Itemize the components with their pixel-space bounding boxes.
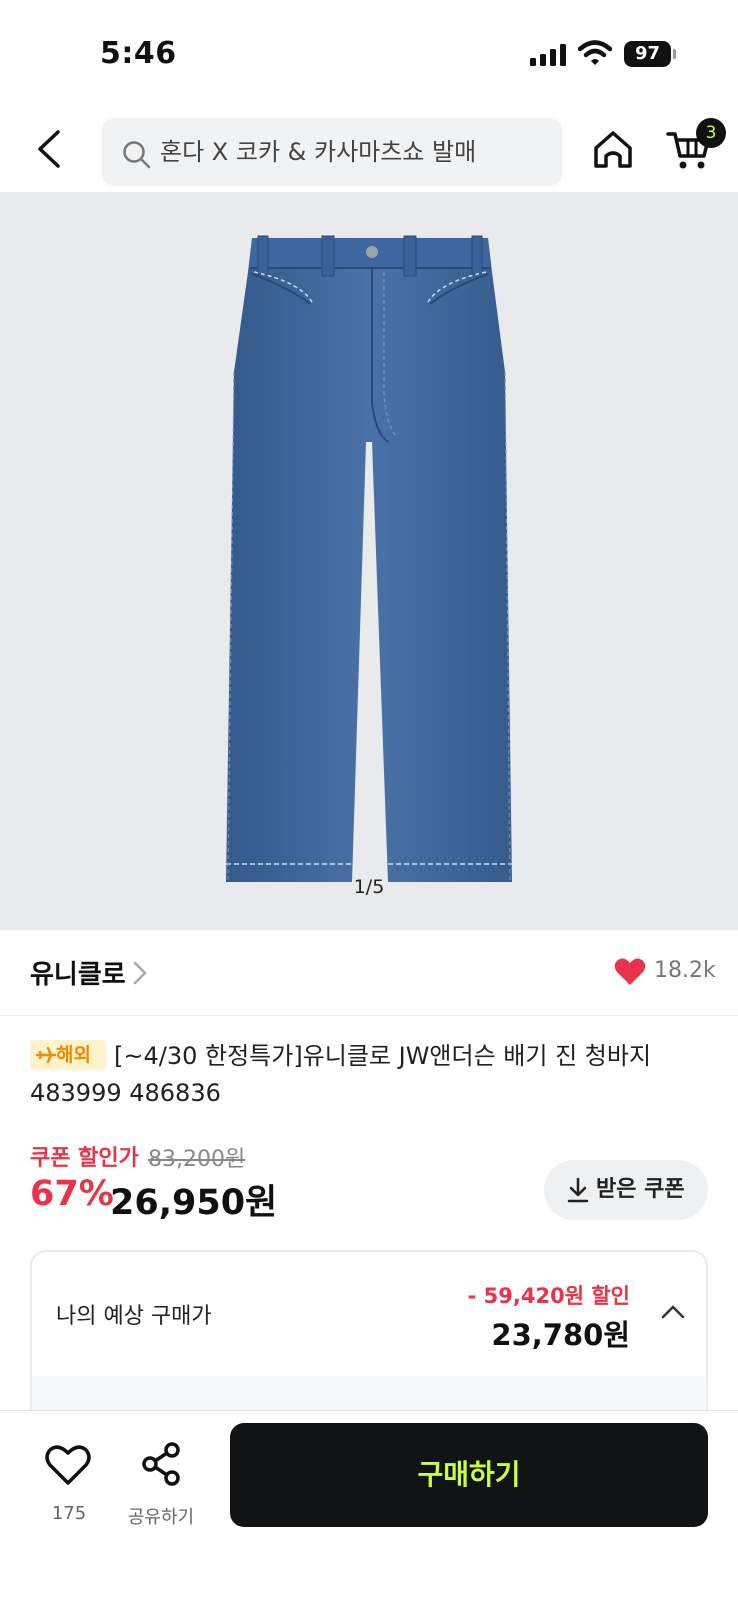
- wifi-icon: [578, 40, 612, 65]
- original-price: 83,200원: [148, 1147, 246, 1172]
- product-image-gallery[interactable]: [0, 192, 738, 930]
- battery-icon: 97: [624, 41, 676, 67]
- estimated-discount: - 59,420원 할인: [467, 1284, 630, 1308]
- back-arrow-icon[interactable]: [28, 126, 72, 172]
- cart-count-badge: 3: [696, 118, 726, 148]
- chevron-up-icon[interactable]: [660, 1304, 686, 1320]
- share-label: 공유하기: [127, 1507, 195, 1528]
- brand-name-link[interactable]: 유니클로: [30, 954, 126, 991]
- top-nav: 혼다 X 코카 & 카사마츠쇼 발매 3: [0, 112, 738, 192]
- estimated-price: 23,780원: [491, 1318, 630, 1352]
- sale-price: 26,950원: [110, 1183, 278, 1223]
- brand-row: 유니클로 18.2k: [0, 930, 738, 1016]
- status-bar: 5:46 97: [0, 0, 738, 100]
- image-page-indicator: 1/5: [353, 876, 385, 898]
- signal-icon: [530, 44, 566, 66]
- search-text: 혼다 X 코카 & 카사마츠쇼 발매: [160, 138, 477, 166]
- search-input[interactable]: 혼다 X 코카 & 카사마츠쇼 발매: [102, 118, 562, 186]
- battery-level: 97: [624, 41, 671, 67]
- bottom-action-bar: 175 공유하기 구매하기: [0, 1410, 738, 1600]
- heart-filled-icon[interactable]: [614, 957, 646, 987]
- coupon-price-label: 쿠폰 할인가: [30, 1146, 139, 1171]
- received-coupon-button[interactable]: 받은 쿠폰: [544, 1160, 708, 1220]
- home-icon[interactable]: [592, 128, 634, 170]
- received-coupon-label: 받은 쿠폰: [596, 1177, 685, 1202]
- heart-outline-icon: [45, 1445, 91, 1485]
- discount-rate: 67%: [30, 1174, 114, 1214]
- brand-like-count: 18.2k: [654, 958, 716, 983]
- search-icon: [123, 141, 151, 169]
- estimated-price-label: 나의 예상 구매가: [56, 1304, 212, 1329]
- buy-button[interactable]: 구매하기: [230, 1423, 708, 1527]
- download-icon: [567, 1177, 589, 1203]
- wishlist-count: 175: [51, 1503, 87, 1524]
- share-icon: [142, 1442, 180, 1486]
- product-title: [~4/30 한정특가]유니클로 JW앤더슨 배기 진 청바지 483999 4…: [30, 1042, 652, 1107]
- chevron-right-icon[interactable]: [132, 960, 148, 986]
- share-button[interactable]: 공유하기: [120, 1437, 202, 1528]
- status-time: 5:46: [100, 36, 177, 71]
- jeans-product-image: [226, 235, 512, 883]
- wishlist-button[interactable]: 175: [30, 1437, 108, 1527]
